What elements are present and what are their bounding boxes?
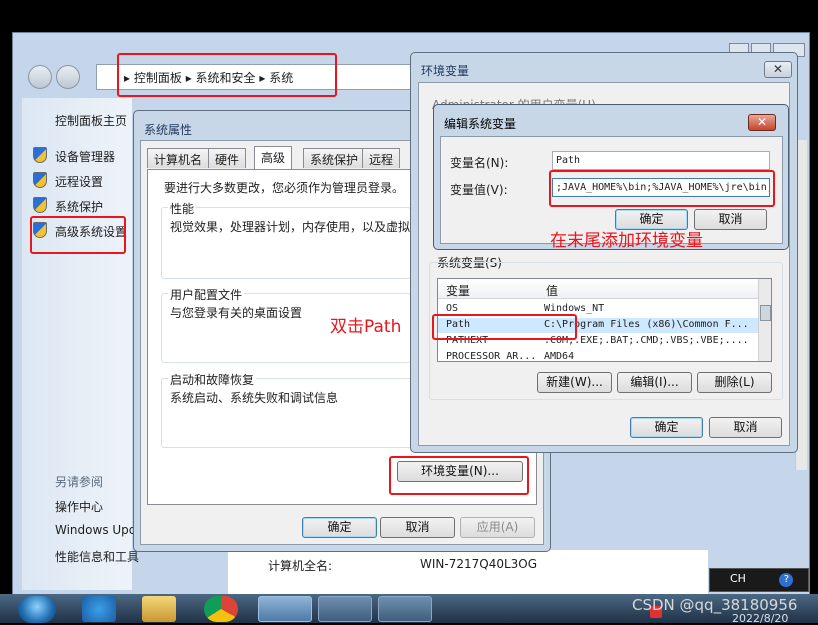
breadcrumb-highlight — [117, 53, 337, 97]
shield-icon — [33, 197, 47, 213]
performance-desc: 视觉效果，处理器计划，内存使用，以及虚拟 — [170, 220, 410, 234]
ie-icon[interactable] — [82, 596, 116, 622]
chrome-icon[interactable] — [204, 596, 238, 622]
admin-note: 要进行大多数更改，您必须作为管理员登录。 — [164, 181, 405, 195]
sysprop-ok-button[interactable]: 确定 — [302, 517, 377, 538]
advanced-settings-highlight — [30, 216, 126, 254]
start-button[interactable] — [18, 596, 56, 623]
sysprop-apply-button[interactable]: 应用(A) — [460, 517, 535, 538]
sidebar-item-remote[interactable]: 远程设置 — [55, 173, 103, 190]
csdn-watermark: CSDN @qq_38180956 — [632, 596, 798, 614]
close-icon: ✕ — [756, 115, 768, 129]
new-var-button[interactable]: 新建(W)... — [537, 372, 612, 393]
path-row-highlight — [432, 314, 577, 340]
env-ok-button[interactable]: 确定 — [630, 417, 703, 438]
see-also-windows-update[interactable]: Windows Update — [55, 523, 135, 537]
var-value-highlight — [549, 170, 775, 207]
tab-computer-name[interactable]: 计算机名 — [147, 148, 210, 168]
profile-desc: 与您登录有关的桌面设置 — [170, 306, 303, 320]
column-header-var[interactable]: 变量 — [446, 282, 470, 299]
tab-label: 计算机名 — [154, 153, 203, 167]
explorer-icon[interactable] — [142, 596, 176, 622]
var-name-field[interactable]: Path — [552, 151, 770, 170]
env-vars-close-button[interactable]: ✕ — [764, 61, 792, 78]
sidebar-home-link[interactable]: 控制面板主页 — [55, 112, 127, 129]
edit-var-title: 编辑系统变量 — [444, 117, 517, 131]
see-also-windows-update-label: Windows Update — [55, 523, 135, 537]
back-button[interactable] — [28, 65, 52, 89]
env-vars-highlight — [389, 456, 529, 495]
computer-full-name-value: WIN-7217Q40L3OG — [420, 557, 538, 571]
row-var-value: Windows_NT — [544, 303, 605, 314]
startup-desc: 系统启动、系统失败和调试信息 — [170, 391, 339, 405]
edit-cancel-button[interactable]: 取消 — [694, 209, 767, 230]
notepad-taskbar-icon[interactable] — [378, 596, 432, 622]
shield-icon — [33, 147, 47, 163]
close-icon: ✕ — [772, 62, 784, 76]
tab-label: 硬件 — [215, 153, 240, 167]
sidebar-item-protection[interactable]: 系统保护 — [55, 198, 103, 215]
tab-strip: 计算机名 硬件 高级 系统保护 远程 — [147, 146, 417, 170]
language-indicator: CH — [730, 572, 746, 585]
see-also-title: 另请参阅 — [55, 475, 104, 489]
profile-title: 用户配置文件 — [168, 286, 245, 303]
sysprop-cancel-button[interactable]: 取消 — [380, 517, 455, 538]
tab-advanced[interactable]: 高级 — [254, 146, 293, 169]
edit-var-button[interactable]: 编辑(I)... — [617, 372, 692, 393]
var-name-label: 变量名(N): — [450, 156, 509, 170]
tab-label: 系统保护 — [310, 153, 359, 167]
language-bar[interactable]: CH ? — [709, 568, 809, 592]
tab-label: 高级 — [261, 151, 286, 165]
table-header: 变量 值 — [438, 279, 758, 299]
row-var-value: AMD64 — [544, 351, 575, 362]
tab-hardware[interactable]: 硬件 — [208, 148, 247, 168]
shield-icon — [33, 172, 47, 188]
tab-label: 远程 — [369, 153, 394, 167]
forward-button[interactable] — [56, 65, 80, 89]
help-icon[interactable]: ? — [779, 573, 794, 587]
scroll-thumb[interactable] — [760, 305, 771, 321]
tab-remote[interactable]: 远程 — [362, 148, 401, 168]
performance-title: 性能 — [168, 200, 197, 217]
row-var-name: OS — [446, 303, 459, 314]
append-annotation: 在末尾添加环境变量 — [550, 231, 703, 251]
double-click-annotation: 双击Path — [330, 317, 402, 337]
column-header-value[interactable]: 值 — [546, 282, 558, 299]
network-taskbar-icon[interactable] — [318, 596, 372, 622]
var-name-value: Path — [556, 155, 581, 166]
env-cancel-button[interactable]: 取消 — [709, 417, 782, 438]
system-properties-title: 系统属性 — [144, 123, 193, 137]
edit-var-close-button[interactable]: ✕ — [748, 114, 776, 131]
row-var-name: PROCESSOR_AR... — [446, 351, 536, 362]
see-also-action-center[interactable]: 操作中心 — [55, 498, 103, 515]
table-scrollbar[interactable] — [758, 279, 771, 361]
see-also-performance[interactable]: 性能信息和工具 — [55, 548, 139, 565]
computer-full-name-label: 计算机全名: — [268, 559, 333, 573]
env-vars-title: 环境变量 — [421, 64, 470, 78]
tab-system-protection[interactable]: 系统保护 — [303, 148, 366, 168]
table-row[interactable]: PROCESSOR_AR... AMD64 — [438, 350, 758, 362]
startup-title: 启动和故障恢复 — [168, 371, 257, 388]
var-value-label: 变量值(V): — [450, 183, 508, 197]
delete-var-button[interactable]: 删除(L) — [697, 372, 772, 393]
control-panel-taskbar-icon[interactable] — [258, 596, 312, 622]
sidebar-item-device-manager[interactable]: 设备管理器 — [55, 148, 115, 165]
